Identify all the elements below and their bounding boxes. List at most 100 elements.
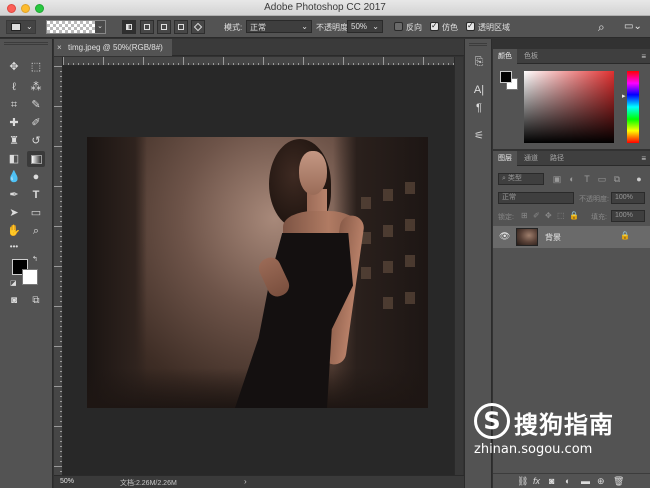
angle-gradient-button[interactable] <box>157 20 171 34</box>
healing-brush-tool-icon[interactable]: ✚ <box>5 115 23 131</box>
background-color-swatch[interactable] <box>22 269 38 285</box>
transparency-checkbox[interactable] <box>466 21 475 31</box>
zoom-level[interactable]: 50% <box>60 478 74 485</box>
eraser-tool-icon[interactable]: ◧ <box>5 151 23 167</box>
ruler-tick <box>54 386 62 387</box>
status-menu-arrow[interactable]: › <box>244 477 247 486</box>
reflected-gradient-button[interactable] <box>174 20 188 34</box>
foreground-color-swatch[interactable] <box>500 71 512 83</box>
zoom-tool-icon[interactable]: ⌕ <box>27 223 45 239</box>
move-tool-icon[interactable]: ✥ <box>5 59 23 75</box>
eyedropper-tool-icon[interactable]: ✎ <box>27 97 45 113</box>
gradient-preview[interactable]: ⌄ <box>46 20 106 34</box>
dither-checkbox[interactable] <box>430 21 439 31</box>
filter-toggle-icon[interactable]: ● <box>633 173 645 185</box>
swap-colors-icon[interactable]: ↰ <box>32 255 38 263</box>
document-tab[interactable]: × timg.jpeg @ 50%(RGB/8#) <box>54 39 172 56</box>
search-icon[interactable]: ⌕ <box>598 20 605 34</box>
diamond-gradient-icon <box>193 22 203 32</box>
tab-color[interactable]: 颜色 <box>493 49 517 64</box>
hue-slider[interactable] <box>627 71 639 143</box>
group-icon[interactable]: ▬ <box>581 476 590 486</box>
trash-icon[interactable]: 🗑 <box>613 476 624 487</box>
marquee-tool-icon[interactable]: ⬚ <box>27 59 45 75</box>
eye-icon[interactable]: 👁 <box>499 231 510 242</box>
new-layer-icon[interactable]: ⊕ <box>597 476 605 487</box>
blend-mode-select[interactable]: 正常 <box>498 192 574 204</box>
screen-mode-icon[interactable]: ⧉ <box>27 293 45 309</box>
radial-gradient-icon <box>144 24 150 30</box>
tool-preset-picker[interactable]: ⌄ <box>6 20 36 34</box>
adjustment-filter-icon[interactable]: ◐ <box>566 173 578 185</box>
mode-select[interactable]: 正常 ⌄ <box>246 20 312 33</box>
fx-icon[interactable]: fx <box>533 476 540 486</box>
shape-filter-icon[interactable]: ▭ <box>596 173 608 185</box>
layer-filter-select[interactable]: ⌕ 类型 <box>498 173 544 185</box>
diamond-gradient-button[interactable] <box>191 20 205 34</box>
lock-artboard-icon[interactable]: ⬚ <box>557 211 565 220</box>
tab-channels[interactable]: 通道 <box>519 151 543 166</box>
hand-tool-icon[interactable]: ✋ <box>5 223 23 239</box>
panel-grip[interactable] <box>4 42 48 45</box>
history-panel-icon[interactable]: ⎘ <box>472 55 486 69</box>
brush-tool-icon[interactable]: ✐ <box>27 115 45 131</box>
workspace-icon[interactable]: ▭⌄ <box>624 21 642 35</box>
lock-transparent-icon[interactable]: ⊞ <box>521 211 528 220</box>
history-brush-tool-icon[interactable]: ↺ <box>27 133 45 149</box>
ruler-tick <box>103 57 104 65</box>
quick-mask-icon[interactable]: ◙ <box>5 293 23 309</box>
tools-panel: ✥ ⬚ ℓ ⁂ ⌗ ✎ ✚ ✐ ♜ ↺ ◧ 💧 ● ✒ T ➤ ▭ ✋ ⌕ ••… <box>0 39 53 488</box>
lock-position-icon[interactable]: ✥ <box>545 211 552 220</box>
linear-gradient-button[interactable] <box>122 20 136 34</box>
radial-gradient-button[interactable] <box>140 20 154 34</box>
panel-menu-icon[interactable]: ≡ <box>641 154 646 163</box>
default-colors-icon[interactable]: ◪ <box>10 279 17 287</box>
dodge-tool-icon[interactable]: ● <box>27 169 45 185</box>
color-field[interactable] <box>524 71 614 143</box>
opacity-input[interactable]: 50% ⌄ <box>347 20 383 33</box>
crop-tool-icon[interactable]: ⌗ <box>5 97 23 113</box>
character-panel-icon[interactable]: A| <box>472 83 486 97</box>
vertical-ruler[interactable] <box>54 57 63 475</box>
layer-row[interactable]: 👁 背景 🔒 <box>493 226 650 248</box>
gradient-tool-icon[interactable] <box>27 151 45 167</box>
clone-stamp-tool-icon[interactable]: ♜ <box>5 133 23 149</box>
lock-image-icon[interactable]: ✐ <box>533 211 540 220</box>
ruler-tick <box>54 146 62 147</box>
document-size: 文档:2.26M/2.26M <box>120 480 177 487</box>
blur-tool-icon[interactable]: 💧 <box>5 169 23 185</box>
panel-menu-icon[interactable]: ≡ <box>641 52 646 61</box>
chevron-down-icon[interactable]: ⌄ <box>95 21 105 33</box>
reverse-checkbox[interactable] <box>394 22 403 31</box>
ruler-tick <box>143 57 144 65</box>
link-icon[interactable]: ⛓ <box>517 476 528 487</box>
smart-object-filter-icon[interactable]: ⧉ <box>611 173 623 185</box>
lock-all-icon[interactable]: 🔒 <box>569 211 579 220</box>
adjustment-icon[interactable]: ◐ <box>565 476 570 486</box>
fill-input[interactable]: 100% <box>611 210 645 222</box>
layer-name[interactable]: 背景 <box>545 232 561 243</box>
paragraph-panel-icon[interactable]: ¶ <box>472 101 486 115</box>
transparency-label: 透明区域 <box>478 23 510 32</box>
mask-icon[interactable]: ◙ <box>549 476 554 486</box>
properties-panel-icon[interactable]: ⚟ <box>472 129 486 143</box>
horizontal-ruler[interactable] <box>63 57 454 66</box>
more-tools-icon[interactable]: ••• <box>5 239 23 255</box>
tab-swatches[interactable]: 色板 <box>519 49 543 64</box>
path-selection-tool-icon[interactable]: ➤ <box>5 205 23 221</box>
panel-grip[interactable] <box>469 43 487 46</box>
pixel-filter-icon[interactable]: ▣ <box>551 173 563 185</box>
rectangle-tool-icon[interactable]: ▭ <box>27 205 45 221</box>
type-tool-icon[interactable]: T <box>27 187 45 203</box>
tab-layers[interactable]: 图层 <box>493 151 517 166</box>
magic-wand-tool-icon[interactable]: ⁂ <box>27 79 45 95</box>
type-filter-icon[interactable]: T <box>581 173 593 185</box>
layer-opacity-input[interactable]: 100% <box>611 192 645 204</box>
vertical-scrollbar[interactable] <box>454 57 463 475</box>
close-icon[interactable]: × <box>57 39 62 56</box>
document-image[interactable] <box>87 137 428 408</box>
lasso-tool-icon[interactable]: ℓ <box>5 79 23 95</box>
hue-slider-arrow-icon[interactable]: ▸ <box>622 92 626 100</box>
tab-paths[interactable]: 路径 <box>545 151 569 166</box>
pen-tool-icon[interactable]: ✒ <box>5 187 23 203</box>
